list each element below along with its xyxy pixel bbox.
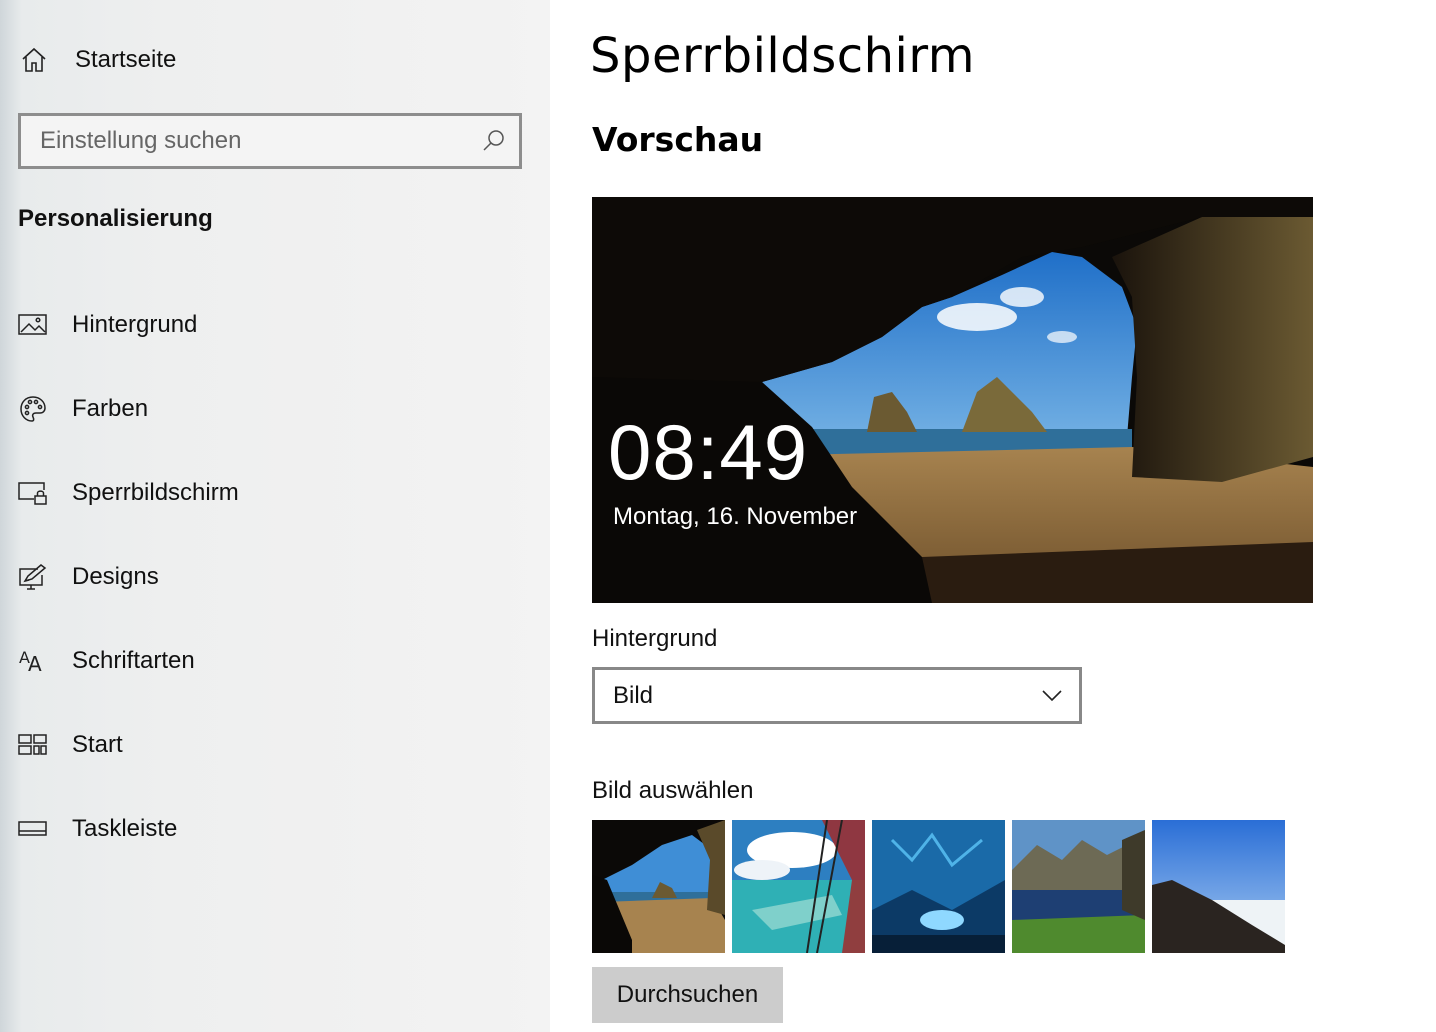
sidebar-item-start[interactable]: Start (0, 703, 550, 787)
sidebar-item-schriftarten[interactable]: A A Schriftarten (0, 619, 550, 703)
thumbnail-ice-cave[interactable] (872, 820, 1005, 953)
sidebar-item-designs[interactable]: Designs (0, 535, 550, 619)
background-dropdown-value: Bild (613, 681, 654, 709)
taskbar-icon (18, 814, 48, 844)
background-label: Hintergrund (592, 625, 718, 652)
preview-heading: Vorschau (592, 120, 764, 159)
background-dropdown[interactable]: Bild (592, 667, 1082, 724)
preview-image (592, 197, 1313, 603)
sidebar-item-hintergrund[interactable]: Hintergrund (0, 283, 550, 367)
chevron-down-icon (1041, 684, 1063, 711)
search-input[interactable] (40, 127, 460, 155)
sidebar-item-label: Taskleiste (72, 815, 178, 842)
sidebar-item-label: Designs (72, 563, 159, 590)
browse-button[interactable]: Durchsuchen (592, 967, 783, 1023)
image-icon (18, 310, 48, 340)
thumbnail-hill-sky[interactable] (1152, 820, 1285, 953)
page-title: Sperrbildschirm (590, 28, 976, 84)
designs-icon (18, 562, 48, 592)
preview-clock: 08:49 (608, 408, 809, 496)
fonts-icon: A A (18, 646, 48, 676)
palette-icon (18, 394, 48, 424)
sidebar-item-label: Schriftarten (72, 647, 195, 674)
sidebar-item-farben[interactable]: Farben (0, 367, 550, 451)
lockscreen-icon (18, 478, 48, 508)
search-icon[interactable] (481, 128, 507, 154)
section-title: Personalisierung (18, 205, 213, 232)
home-label: Startseite (75, 46, 177, 73)
image-thumbnails (592, 820, 1285, 953)
sidebar-item-label: Hintergrund (72, 311, 198, 338)
thumbnail-cave-beach[interactable] (592, 820, 725, 953)
sidebar-item-label: Sperrbildschirm (72, 479, 239, 506)
start-icon (18, 730, 48, 760)
main-content: Sperrbildschirm Vorschau 08:49 Montag, 1… (550, 0, 1436, 1032)
sidebar-item-label: Farben (72, 395, 149, 422)
nav-list: Hintergrund Farben Sperrbildschirm Desig… (0, 283, 550, 871)
sidebar-item-label: Start (72, 731, 123, 758)
thumbnail-mountain-lake[interactable] (1012, 820, 1145, 953)
lockscreen-preview: 08:49 Montag, 16. November (592, 197, 1313, 603)
svg-text:A: A (28, 652, 42, 675)
preview-date: Montag, 16. November (613, 503, 858, 530)
thumbnail-aerial-sea[interactable] (732, 820, 865, 953)
sidebar-item-taskleiste[interactable]: Taskleiste (0, 787, 550, 871)
home-icon (18, 44, 50, 76)
sidebar: Startseite Personalisierung Hintergrund (0, 0, 550, 1032)
home-link[interactable]: Startseite (18, 40, 176, 80)
sidebar-item-sperrbildschirm[interactable]: Sperrbildschirm (0, 451, 550, 535)
search-box[interactable] (18, 113, 522, 169)
pick-image-label: Bild auswählen (592, 777, 754, 804)
